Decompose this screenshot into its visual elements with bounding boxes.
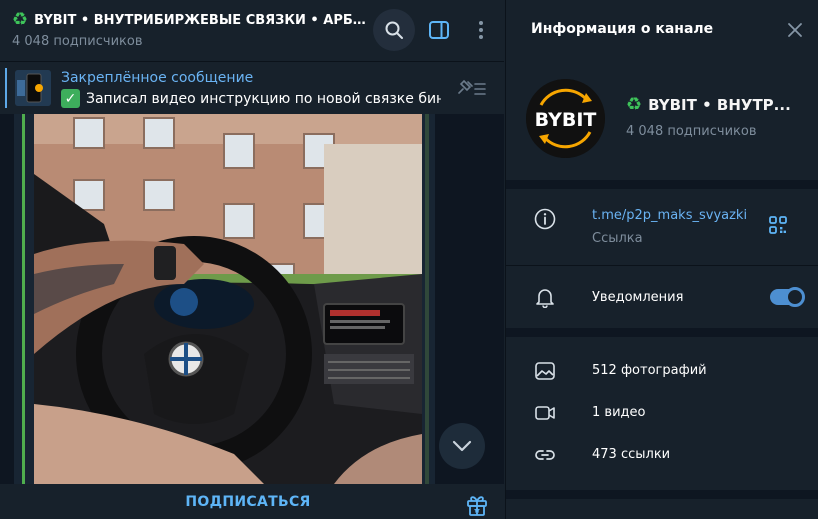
search-button[interactable] <box>373 9 415 51</box>
divider-thin <box>506 265 818 266</box>
qr-code-icon <box>769 216 787 234</box>
message-side-bar <box>425 114 429 484</box>
close-button[interactable] <box>786 21 804 43</box>
message-accent-bar <box>22 114 25 484</box>
recycle-icon: ♻ <box>12 9 29 30</box>
videos-count[interactable]: 1 видео <box>592 405 645 420</box>
channel-info-panel: Информация о канале BYBIT ♻ BYBIT • ВНУТ… <box>505 0 818 519</box>
sidebar-icon <box>429 21 449 39</box>
channel-avatar[interactable]: BYBIT <box>526 79 605 158</box>
pinned-label: Закреплённое сообщение <box>61 70 254 86</box>
scroll-down-button[interactable] <box>439 423 485 469</box>
channel-link[interactable]: t.me/p2p_maks_svyazki <box>592 208 747 223</box>
toggle-sidebar-button[interactable] <box>418 9 460 51</box>
partial-row-icon <box>534 510 556 519</box>
pinned-message-bar[interactable]: Закреплённое сообщение ✓ Записал видео и… <box>0 61 504 114</box>
chat-title-text: BYBIT • ВНУТРИБИРЖЕВЫЕ СВЯЗКИ • АРБИТР..… <box>34 12 372 28</box>
qr-code-button[interactable] <box>768 215 788 239</box>
chevron-down-icon <box>452 440 472 452</box>
recycle-icon: ♻ <box>626 96 643 114</box>
car-interior-photo <box>34 114 422 484</box>
pin-list-button[interactable] <box>458 78 492 102</box>
notifications-toggle[interactable] <box>770 287 805 307</box>
toggle-knob <box>785 287 805 307</box>
divider <box>506 328 818 337</box>
notifications-label: Уведомления <box>592 290 684 305</box>
more-vertical-icon <box>479 21 483 39</box>
chat-title[interactable]: ♻ BYBIT • ВНУТРИБИРЖЕВЫЕ СВЯЗКИ • АРБИТР… <box>12 9 372 31</box>
gift-icon <box>467 496 487 516</box>
pinned-indicator <box>5 68 7 108</box>
avatar-text: BYBIT <box>535 109 597 131</box>
gift-button[interactable] <box>466 494 488 519</box>
channel-link-label: Ссылка <box>592 231 643 246</box>
more-menu-button[interactable] <box>460 9 502 51</box>
divider <box>506 180 818 189</box>
chat-header[interactable]: ♻ BYBIT • ВНУТРИБИРЖЕВЫЕ СВЯЗКИ • АРБИТР… <box>0 0 504 61</box>
search-icon <box>385 21 403 39</box>
message-photo[interactable] <box>34 114 422 484</box>
link-icon <box>534 444 556 470</box>
pinned-text: ✓ Записал видео инструкцию по новой связ… <box>61 89 441 108</box>
bybit-logo: BYBIT <box>526 79 605 158</box>
check-mark-icon: ✓ <box>61 89 80 108</box>
channel-name: ♻ BYBIT • ВНУТР... <box>626 96 806 114</box>
bottom-bar: ПОДПИСАТЬСЯ <box>0 484 504 519</box>
photo-icon <box>534 360 556 386</box>
info-panel-title: Информация о канале <box>531 21 714 37</box>
links-count[interactable]: 473 ссылки <box>592 447 670 462</box>
channel-name-text: BYBIT • ВНУТР... <box>648 96 791 114</box>
photos-count[interactable]: 512 фотографий <box>592 363 707 378</box>
chat-subscribers: 4 048 подписчиков <box>12 34 143 49</box>
bell-icon <box>534 286 556 312</box>
chat-area: ♻ BYBIT • ВНУТРИБИРЖЕВЫЕ СВЯЗКИ • АРБИТР… <box>0 0 504 519</box>
channel-subscribers: 4 048 подписчиков <box>626 124 757 139</box>
close-icon <box>788 23 802 37</box>
subscribe-button[interactable]: ПОДПИСАТЬСЯ <box>148 484 348 519</box>
pinned-thumbnail <box>15 70 51 106</box>
video-icon <box>534 402 556 428</box>
info-icon <box>534 208 556 234</box>
divider <box>506 490 818 499</box>
pin-list-icon <box>458 79 486 95</box>
pinned-text-content: Записал видео инструкцию по новой связке… <box>86 90 441 107</box>
